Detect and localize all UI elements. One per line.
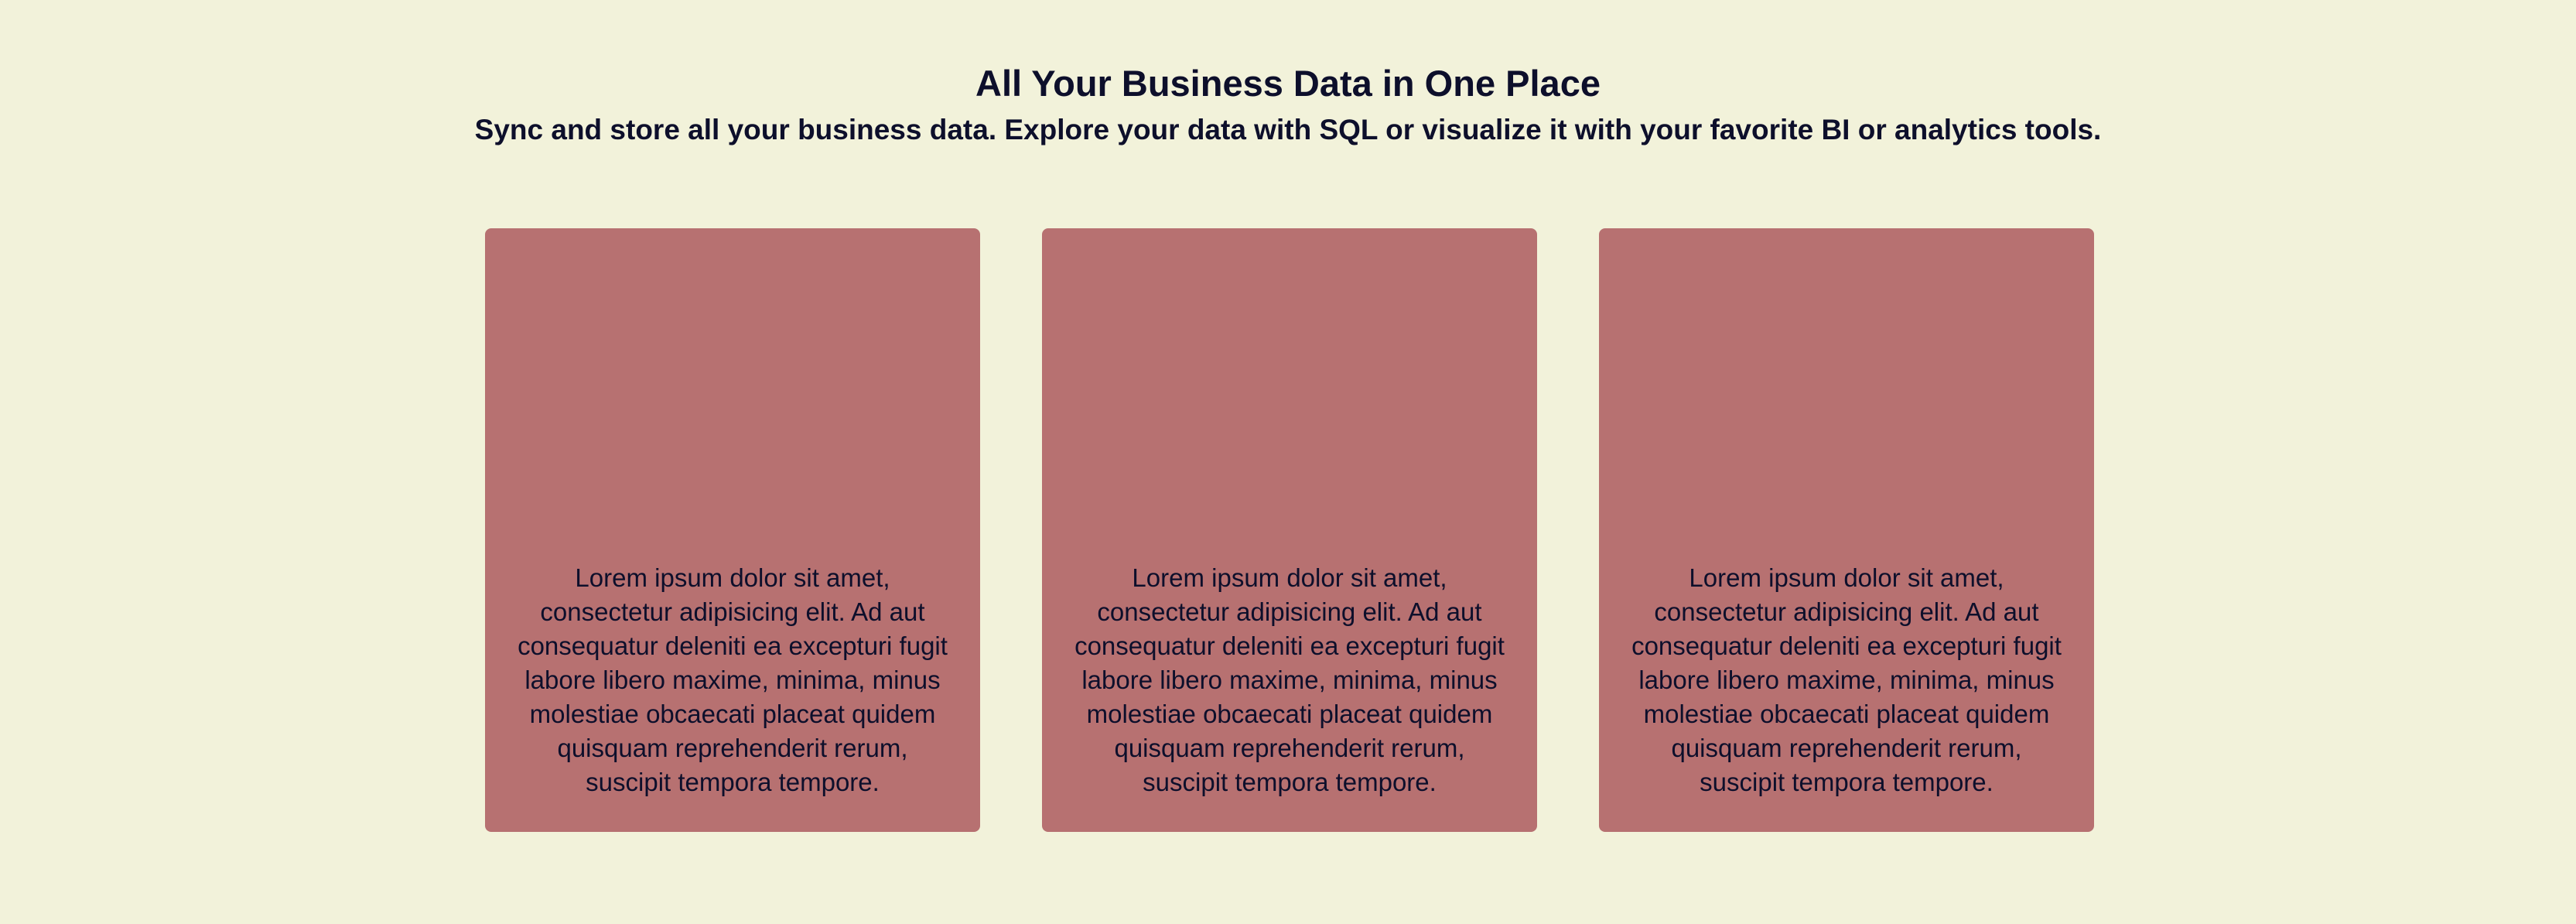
feature-card: Lorem ipsum dolor sit amet, consectetur …: [485, 228, 980, 832]
features-section: All Your Business Data in One Place Sync…: [0, 0, 2576, 924]
feature-cards: Lorem ipsum dolor sit amet, consectetur …: [485, 228, 2094, 832]
feature-card: Lorem ipsum dolor sit amet, consectetur …: [1599, 228, 2094, 832]
feature-card-text: Lorem ipsum dolor sit amet, consectetur …: [518, 563, 948, 796]
feature-card-text: Lorem ipsum dolor sit amet, consectetur …: [1074, 563, 1505, 796]
feature-card-text: Lorem ipsum dolor sit amet, consectetur …: [1631, 563, 2062, 796]
section-title: All Your Business Data in One Place: [975, 63, 1601, 104]
section-subtitle: Sync and store all your business data. E…: [474, 114, 2102, 145]
feature-card: Lorem ipsum dolor sit amet, consectetur …: [1042, 228, 1537, 832]
